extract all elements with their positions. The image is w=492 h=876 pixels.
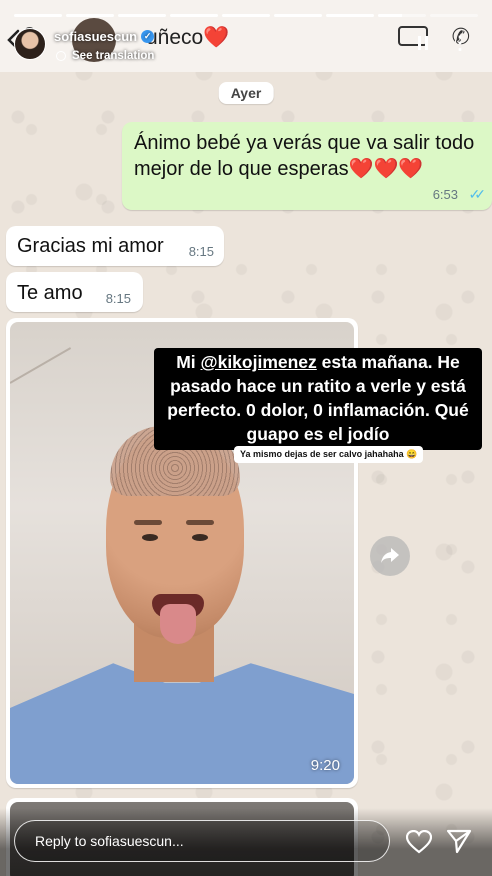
caption-prefix: Mi bbox=[176, 352, 201, 372]
story-progress-fill bbox=[118, 14, 166, 17]
verified-icon: ✓ bbox=[141, 30, 155, 43]
image-time: 9:20 bbox=[310, 757, 340, 774]
reply-input[interactable]: Reply to sofiasuescun... bbox=[14, 820, 390, 862]
story-progress-segment bbox=[14, 14, 62, 17]
pause-icon[interactable] bbox=[418, 36, 430, 50]
forward-icon bbox=[381, 548, 399, 563]
see-translation-link[interactable]: See translation bbox=[56, 50, 154, 62]
message-bubble-incoming: Gracias mi amor 8:15 bbox=[6, 226, 224, 266]
story-progress-segment bbox=[430, 14, 478, 17]
story-progress-segment bbox=[378, 14, 426, 17]
story-progress bbox=[14, 14, 478, 17]
message-time: 8:15 bbox=[105, 291, 131, 306]
heart-icon[interactable] bbox=[406, 830, 432, 854]
story-progress-segment bbox=[170, 14, 218, 17]
avatar[interactable] bbox=[14, 28, 46, 60]
right-eye bbox=[192, 534, 208, 541]
story-caption: Mi @kikojimenez esta mañana. He pasado h… bbox=[154, 348, 482, 450]
story-progress-fill bbox=[326, 14, 374, 17]
hearts-emoji: ❤️❤️❤️ bbox=[348, 158, 424, 180]
read-ticks-icon: ✓✓ bbox=[468, 186, 487, 202]
story-progress-fill bbox=[170, 14, 218, 17]
story-header: sofiasuescun ✓ See translation ⋮ bbox=[0, 22, 492, 72]
story-sticker-text: Ya mismo dejas de ser calvo jahahaha 😄 bbox=[234, 446, 424, 463]
message-text: Ánimo bebé ya verás que va salir todo me… bbox=[134, 130, 486, 182]
send-icon[interactable] bbox=[446, 828, 472, 854]
left-eye bbox=[142, 534, 158, 541]
tongue bbox=[160, 604, 196, 644]
globe-icon bbox=[56, 51, 66, 61]
mention-link[interactable]: @kikojimenez bbox=[201, 352, 317, 372]
story-progress-fill bbox=[222, 14, 270, 17]
story-progress-segment bbox=[118, 14, 166, 17]
message-bubble-outgoing: Ánimo bebé ya verás que va salir todo me… bbox=[122, 122, 492, 210]
story-progress-segment bbox=[66, 14, 114, 17]
story-progress-fill bbox=[66, 14, 114, 17]
story-progress-fill bbox=[14, 14, 62, 17]
more-icon[interactable]: ⋮ bbox=[450, 34, 470, 52]
story-progress-fill bbox=[274, 14, 322, 17]
ceiling-edge bbox=[10, 347, 72, 384]
story-username[interactable]: sofiasuescun ✓ bbox=[54, 29, 155, 44]
username-text[interactable]: sofiasuescun bbox=[54, 29, 137, 44]
story-progress-segment bbox=[222, 14, 270, 17]
message-text: Gracias mi amor bbox=[17, 235, 164, 257]
story-progress-fill bbox=[378, 14, 402, 17]
message-time: 8:15 bbox=[188, 244, 214, 259]
message-time: 6:53 bbox=[432, 187, 458, 202]
forward-button[interactable] bbox=[370, 536, 410, 576]
story-progress-segment bbox=[326, 14, 374, 17]
story-screen: 3 uñeco❤️ ✆ sofiasuescun ✓ See translati… bbox=[0, 0, 492, 876]
message-text: Te amo bbox=[17, 282, 83, 304]
right-brow bbox=[186, 520, 214, 525]
see-translation-label[interactable]: See translation bbox=[72, 50, 154, 62]
story-progress-segment bbox=[274, 14, 322, 17]
date-separator: Ayer bbox=[218, 82, 274, 104]
message-bubble-incoming: Te amo 8:15 bbox=[6, 272, 143, 312]
left-brow bbox=[134, 520, 162, 525]
